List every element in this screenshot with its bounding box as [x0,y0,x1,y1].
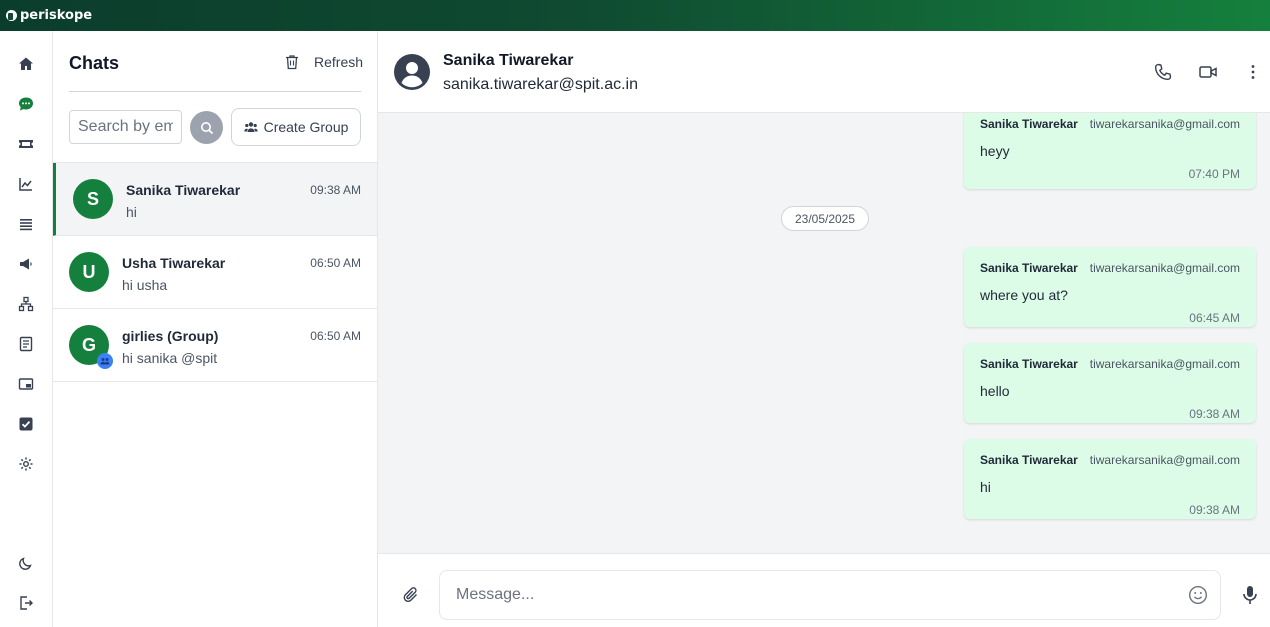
create-group-button[interactable]: Create Group [231,108,361,146]
conversation-name: Usha Tiwarekar [122,255,226,271]
nav-rail [0,31,53,627]
emoji-icon[interactable] [1188,585,1208,605]
chat-list-panel: Chats Refresh Create Group S Sanika Tiwa… [53,31,378,627]
nav-broadcast[interactable] [0,252,52,276]
message-sender: Sanika Tiwarekar [980,117,1078,131]
hierarchy-icon [18,296,34,312]
top-bar: periskope [0,0,1270,31]
contact-email: sanika.tiwarekar@spit.ac.in [443,76,638,93]
nav-home[interactable] [0,52,52,76]
contacts-book-icon [19,336,33,352]
more-options-icon[interactable] [1244,63,1262,81]
nav-dark-mode[interactable] [0,551,52,575]
periskope-logo-icon [6,10,17,21]
conversation-item-girlies[interactable]: G girlies (Group) 06:50 AM hi sanika @sp… [53,309,377,382]
message-bubble: Sanika Tiwarekar tiwarekarsanika@gmail.c… [964,247,1256,327]
conversation-time: 06:50 AM [310,329,361,343]
nav-hierarchy[interactable] [0,292,52,316]
message-time: 06:45 AM [1189,311,1240,325]
ticket-icon [19,140,33,148]
message-time: 09:38 AM [1189,503,1240,517]
conversation-name: Sanika Tiwarekar [126,182,241,198]
nav-media[interactable] [0,372,52,396]
message-bubble: Sanika Tiwarekar tiwarekarsanika@gmail.c… [964,439,1256,519]
message-composer [378,553,1270,627]
nav-settings[interactable] [0,452,52,476]
search-icon [200,121,213,134]
message-sender-email: tiwarekarsanika@gmail.com [1089,357,1240,371]
message-text: where you at? [980,287,1068,303]
conversation-name: girlies (Group) [122,328,219,344]
message-text: hello [980,383,1010,399]
video-icon[interactable] [1199,63,1217,81]
message-bubble: Sanika Tiwarekar tiwarekarsanika@gmail.c… [964,343,1256,423]
nav-analytics[interactable] [0,172,52,196]
refresh-button[interactable]: Refresh [314,54,363,70]
nav-logout[interactable] [0,591,52,615]
microphone-icon[interactable] [1241,585,1259,605]
user-avatar-icon [394,54,430,90]
nav-tasks[interactable] [0,412,52,436]
group-badge-icon [97,353,113,369]
conversation-time: 09:38 AM [310,183,361,197]
paperclip-icon[interactable] [402,586,420,604]
nav-contacts[interactable] [0,332,52,356]
nav-list[interactable] [0,212,52,236]
message-time: 09:38 AM [1189,407,1240,421]
media-icon [18,378,34,390]
create-group-label: Create Group [263,119,349,135]
conversation-item-sanika[interactable]: S Sanika Tiwarekar 09:38 AM hi [53,163,377,236]
megaphone-icon [20,258,32,270]
chat-pane: Sanika Tiwarekar sanika.tiwarekar@spit.a… [378,31,1270,627]
chat-header: Sanika Tiwarekar sanika.tiwarekar@spit.a… [378,31,1270,113]
analytics-icon [19,178,32,191]
message-text: hi [980,479,991,495]
conversation-preview: hi sanika @spit [122,350,218,366]
message-input[interactable] [439,570,1221,620]
avatar: S [73,179,113,219]
gear-icon [19,457,33,471]
message-list: Sanika Tiwarekar tiwarekarsanika@gmail.c… [378,113,1270,553]
search-input[interactable] [69,110,182,144]
contact-name: Sanika Tiwarekar [443,52,574,69]
message-sender: Sanika Tiwarekar [980,453,1078,467]
search-button[interactable] [190,111,223,144]
moon-icon [19,557,32,570]
chat-icon [19,97,33,111]
divider [69,91,361,92]
app-name: periskope [20,8,93,23]
message-sender-email: tiwarekarsanika@gmail.com [1089,453,1240,467]
list-icon [20,219,32,231]
nav-chats[interactable] [0,92,52,116]
date-divider: 23/05/2025 [781,206,869,231]
message-sender-email: tiwarekarsanika@gmail.com [1089,261,1240,275]
message-sender: Sanika Tiwarekar [980,261,1078,275]
users-icon [243,122,258,132]
phone-icon[interactable] [1154,63,1172,81]
avatar: U [69,252,109,292]
conversation-preview: hi [126,204,137,220]
message-sender: Sanika Tiwarekar [980,357,1078,371]
conversation-time: 06:50 AM [310,256,361,270]
conversation-item-usha[interactable]: U Usha Tiwarekar 06:50 AM hi usha [53,236,377,309]
message-text: heyy [980,143,1010,159]
trash-icon[interactable] [285,54,299,70]
chat-list-title: Chats [69,53,120,73]
conversation-preview: hi usha [122,277,168,293]
checkbox-icon [19,417,33,431]
message-sender-email: tiwarekarsanika@gmail.com [1089,117,1240,131]
home-icon [19,57,33,70]
nav-tickets[interactable] [0,132,52,156]
message-time: 07:40 PM [1188,167,1240,181]
logout-icon [20,596,33,610]
message-bubble: Sanika Tiwarekar tiwarekarsanika@gmail.c… [964,113,1256,189]
